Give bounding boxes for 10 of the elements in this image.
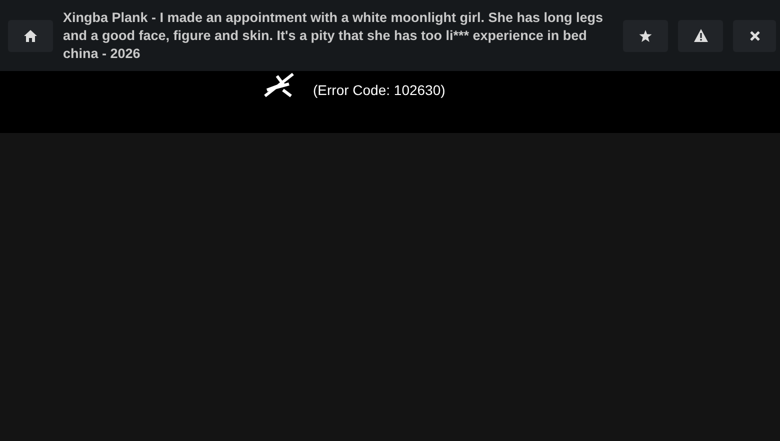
home-icon: [24, 30, 37, 42]
favorite-button[interactable]: [623, 20, 668, 52]
home-button[interactable]: [8, 20, 53, 52]
error-code: (Error Code: 102630): [313, 81, 446, 100]
close-icon: [750, 30, 760, 40]
close-button[interactable]: [733, 20, 776, 52]
star-icon: [639, 30, 652, 42]
report-button[interactable]: [678, 20, 723, 52]
video-title: Xingba Plank - I made an appointment with a white moonlight girl. She has long legs and a good face, figure and skin. It's a pity that she has too li*** experience in bed china - 2026: [63, 8, 604, 62]
warning-icon: [694, 29, 708, 42]
